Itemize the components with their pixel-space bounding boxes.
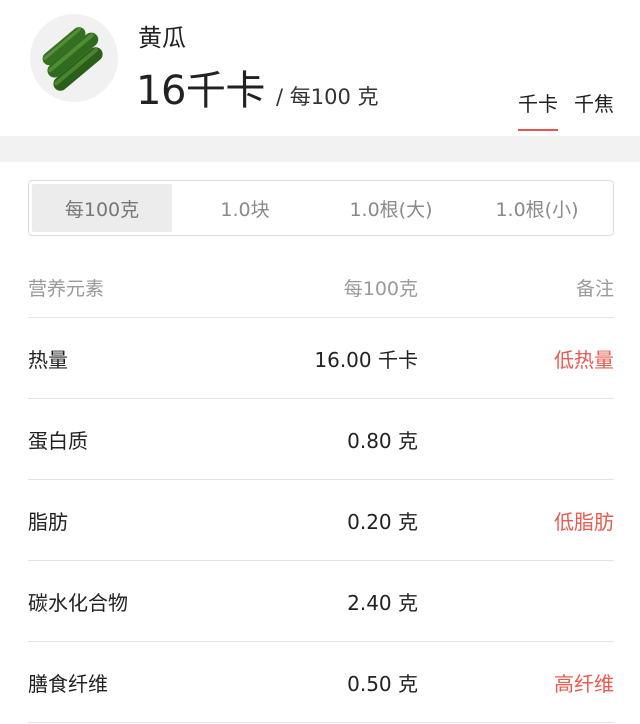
header-note: 备注 <box>575 278 614 300</box>
energy-unit-tabs: 千卡 千焦 <box>518 88 614 131</box>
portion-1-large[interactable]: 1.0根(大) <box>318 184 464 232</box>
nutrient-name: 碳水化合物 <box>28 590 128 615</box>
nutrient-value: 0.20 克 <box>347 509 418 534</box>
food-image <box>30 14 118 102</box>
calorie-value: 16千卡 <box>136 68 265 114</box>
nutrient-value: 0.80 克 <box>347 428 418 453</box>
header-per-100g: 每100克 <box>343 278 418 300</box>
nutrient-value: 16.00 千卡 <box>314 347 418 372</box>
header-nutrient: 营养元素 <box>28 278 105 300</box>
table-row: 蛋白质 0.80 克 <box>28 399 614 480</box>
section-divider <box>0 136 640 162</box>
portion-1-piece[interactable]: 1.0块 <box>172 184 318 232</box>
nutrient-name: 膳食纤维 <box>28 671 108 696</box>
food-header: 黄瓜 16千卡 / 每100 克 千卡 千焦 <box>0 0 640 136</box>
table-row: 脂肪 0.20 克 低脂肪 <box>28 480 614 561</box>
portion-selector: 每100克 1.0块 1.0根(大) 1.0根(小) <box>28 180 614 236</box>
nutrient-note: 高纤维 <box>554 671 614 696</box>
portion-1-small[interactable]: 1.0根(小) <box>464 184 610 232</box>
cucumber-icon <box>42 27 103 91</box>
nutrient-value: 2.40 克 <box>347 590 418 615</box>
nutrient-name: 热量 <box>28 347 68 372</box>
portion-per-100g[interactable]: 每100克 <box>32 184 172 232</box>
nutrient-name: 蛋白质 <box>28 428 88 453</box>
nutrient-value: 0.50 克 <box>347 671 418 696</box>
calorie-per-unit: / 每100 克 <box>276 85 379 109</box>
table-row: 膳食纤维 0.50 克 高纤维 <box>28 642 614 723</box>
nutrient-name: 脂肪 <box>28 509 68 534</box>
nutrition-table: 营养元素 每100克 备注 热量 16.00 千卡 低热量 蛋白质 0.80 克… <box>28 258 614 723</box>
calorie-summary: 16千卡 / 每100 克 <box>136 58 379 116</box>
table-row: 热量 16.00 千卡 低热量 <box>28 318 614 399</box>
tab-kcal[interactable]: 千卡 <box>518 88 558 131</box>
table-header: 营养元素 每100克 备注 <box>28 258 614 318</box>
nutrient-note: 低热量 <box>554 347 614 372</box>
tab-kj[interactable]: 千焦 <box>574 88 614 131</box>
nutrient-note: 低脂肪 <box>554 509 614 534</box>
food-name: 黄瓜 <box>138 24 186 52</box>
table-row: 碳水化合物 2.40 克 <box>28 561 614 642</box>
